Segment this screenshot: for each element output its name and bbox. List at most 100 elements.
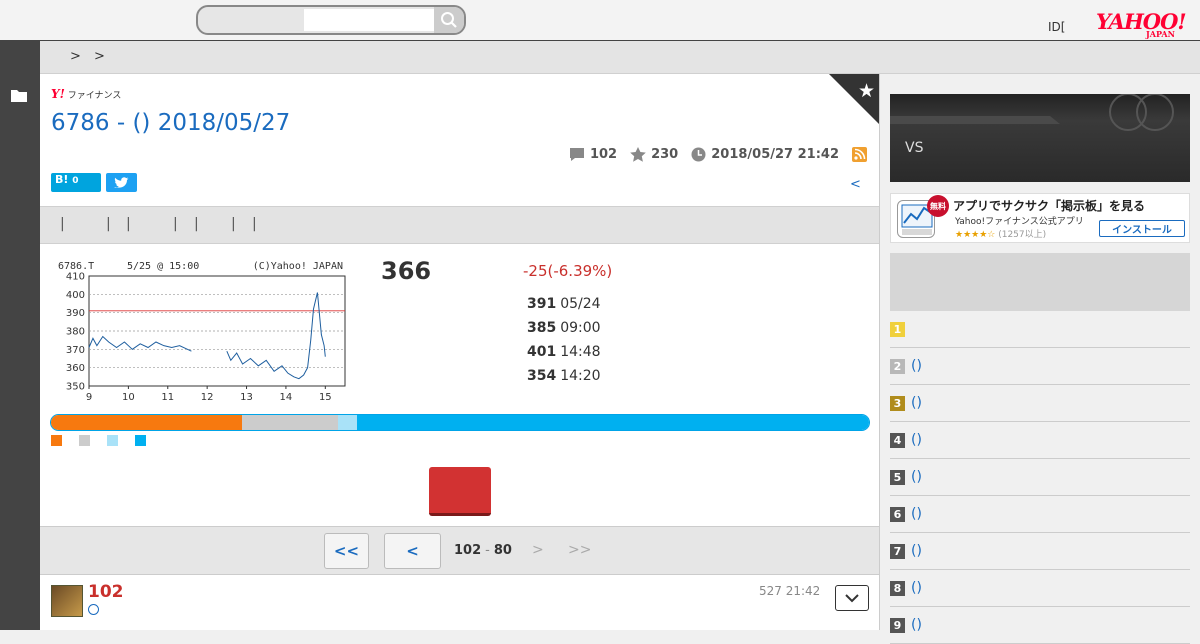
ranking-item[interactable]: 1: [890, 311, 1190, 348]
rating-stars: ★★★★☆: [955, 230, 996, 240]
hatena-label: B!: [55, 173, 69, 186]
quote-open: 385 09:00: [527, 320, 601, 336]
post-number[interactable]: 102: [88, 582, 124, 602]
search-button[interactable]: [434, 7, 464, 33]
favorite-count: 230: [651, 147, 679, 162]
ranking-label[interactable]: (): [911, 617, 922, 633]
avatar[interactable]: [51, 585, 83, 617]
breadcrumb-separator: >: [70, 49, 81, 64]
pager: << < 102-80 > >>: [40, 526, 879, 575]
y-tick-label: 410: [66, 272, 85, 283]
chart-header-left: 6786.T: [58, 261, 94, 272]
post-menu-button[interactable]: [835, 585, 869, 611]
main-content: ★ Y! ファイナンス 6786 - () 2018/05/27 102 230…: [40, 74, 879, 630]
ranking-number: 7: [890, 544, 905, 559]
sentiment-segment: [338, 415, 357, 430]
sentiment-legend: [51, 435, 146, 446]
price-change: -25(-6.39%): [523, 262, 613, 280]
rating-count: (1257以上): [998, 230, 1047, 240]
vote-button[interactable]: [429, 467, 491, 516]
x-tick-label: 13: [240, 392, 253, 403]
post-item: 102 527 21:42: [40, 576, 879, 630]
ranking-item[interactable]: 9 (): [890, 607, 1190, 644]
y-tick-label: 350: [66, 382, 85, 393]
quote-value: 354: [527, 368, 557, 384]
ranking-item[interactable]: 3 (): [890, 385, 1190, 422]
ranking-item[interactable]: 7 (): [890, 533, 1190, 570]
ranking-item[interactable]: 6 (): [890, 496, 1190, 533]
twitter-button[interactable]: [106, 173, 137, 192]
breadcrumb-separator: >: [94, 49, 105, 64]
tab-bar: | | | | | | |: [40, 206, 879, 244]
y-tick-label: 370: [66, 345, 85, 356]
ranking-label[interactable]: (): [911, 543, 922, 559]
thread-stats: 102 230 2018/05/27 21:42: [569, 147, 867, 162]
y-tick-label: 380: [66, 327, 85, 338]
ranking-item[interactable]: 4 (): [890, 422, 1190, 459]
ranking-label[interactable]: (): [911, 395, 922, 411]
prev-page-button[interactable]: <: [384, 533, 441, 569]
ranking-number: 5: [890, 470, 905, 485]
folder-icon[interactable]: [11, 89, 27, 102]
top-bar: ID[ YAHOO! JAPAN: [0, 0, 1200, 41]
ranking-label[interactable]: (): [911, 580, 922, 596]
ranking-number: 9: [890, 618, 905, 633]
id-link[interactable]: ID[: [1048, 20, 1065, 34]
ranking-item[interactable]: 5 (): [890, 459, 1190, 496]
ranking-label[interactable]: (): [911, 432, 922, 448]
sentiment-segment: [242, 415, 339, 430]
quote-time: 05/24: [560, 296, 601, 312]
page-title: 6786 - () 2018/05/27: [51, 110, 291, 136]
search-box: [196, 5, 466, 35]
last-page-button[interactable]: >>: [568, 542, 591, 558]
star-icon[interactable]: ★: [858, 80, 875, 102]
promo-banner[interactable]: VS: [890, 94, 1190, 182]
breadcrumb: > >: [40, 41, 1200, 74]
yahoo-logo[interactable]: YAHOO! JAPAN: [1096, 9, 1187, 39]
ranking-label[interactable]: (): [911, 358, 922, 374]
star-icon: [630, 147, 646, 162]
x-tick-label: 14: [280, 392, 293, 403]
quote-value: 385: [527, 320, 557, 336]
ranking-item[interactable]: 8 (): [890, 570, 1190, 607]
tab-separator: |: [173, 216, 178, 232]
left-sidebar: [0, 41, 40, 630]
hatena-count: 0: [72, 176, 79, 186]
stock-chart: 6786.T 5/25 @ 15:00 (C)Yahoo! JAPAN 410 4…: [51, 255, 349, 403]
ranking-item[interactable]: 2 (): [890, 348, 1190, 385]
sentiment-bar: [50, 414, 870, 431]
free-badge: 無料: [927, 195, 949, 217]
search-input[interactable]: [304, 9, 434, 31]
ranking-label[interactable]: (): [911, 506, 922, 522]
first-page-button[interactable]: <<: [324, 533, 369, 569]
rss-icon[interactable]: [852, 147, 867, 162]
app-ad-title: アプリでサクサク「掲示板」を見る: [953, 199, 1146, 213]
app-ad[interactable]: 無料 アプリでサクサク「掲示板」を見る Yahoo!ファイナンス公式アプリ ★★…: [890, 193, 1190, 243]
user-circle-icon: [88, 604, 99, 615]
finance-logo[interactable]: Y! ファイナンス: [51, 87, 121, 101]
install-button[interactable]: インストール: [1099, 220, 1185, 237]
right-sidebar: VS 無料 アプリでサクサク「掲示板」を見る Yahoo!ファイナンス公式アプリ…: [879, 74, 1200, 644]
ranking-label[interactable]: (): [911, 469, 922, 485]
page-to: 80: [493, 543, 512, 558]
quote-value: 391: [527, 296, 557, 312]
legend-swatch: [79, 435, 90, 446]
next-page-button[interactable]: >: [532, 542, 544, 558]
back-link[interactable]: <: [850, 177, 861, 192]
clock-icon: [691, 147, 706, 162]
quote-value: 401: [527, 344, 557, 360]
page-range: 102-80: [454, 543, 512, 558]
sentiment-segment: [51, 415, 243, 430]
x-tick-label: 15: [319, 392, 332, 403]
hatena-bookmark-button[interactable]: B! 0: [51, 173, 101, 192]
baseball-icon: [890, 94, 1174, 131]
x-tick-label: 11: [161, 392, 174, 403]
quote-time: 14:48: [560, 344, 601, 360]
x-tick-label: 9: [86, 392, 92, 403]
y-tick-label: 360: [66, 363, 85, 374]
quote-time: 09:00: [560, 320, 601, 336]
ranking-number: 1: [890, 322, 905, 337]
x-tick-label: 10: [122, 392, 135, 403]
page-dash: -: [485, 543, 490, 558]
finance-logo-y: Y!: [51, 87, 65, 101]
